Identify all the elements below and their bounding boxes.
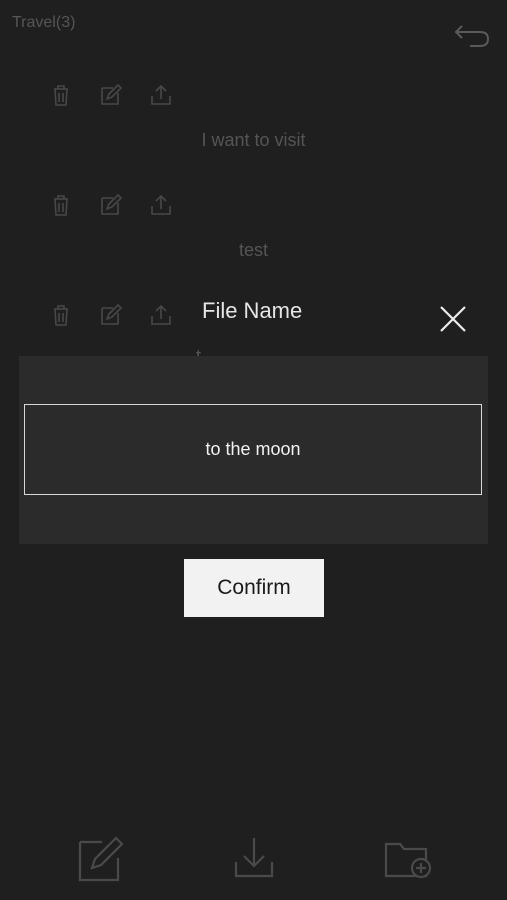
back-arrow-icon[interactable] xyxy=(452,20,490,50)
close-icon[interactable] xyxy=(436,302,470,336)
download-icon[interactable] xyxy=(226,832,282,884)
list-item[interactable]: test xyxy=(0,240,507,261)
new-note-icon[interactable] xyxy=(74,832,130,884)
row-actions xyxy=(48,300,198,330)
trash-icon[interactable] xyxy=(48,190,98,220)
edit-icon[interactable] xyxy=(98,300,148,330)
list-item[interactable]: I want to visit xyxy=(0,130,507,151)
share-icon[interactable] xyxy=(148,300,198,330)
confirm-button[interactable]: Confirm xyxy=(184,559,324,617)
new-folder-icon[interactable] xyxy=(380,832,436,884)
trash-icon[interactable] xyxy=(48,80,98,110)
share-icon[interactable] xyxy=(148,190,198,220)
dialog-title: File Name xyxy=(202,298,303,323)
edit-icon[interactable] xyxy=(98,190,148,220)
file-name-field[interactable]: to the moon xyxy=(24,404,482,495)
row-actions xyxy=(48,190,198,220)
row-actions xyxy=(48,80,198,110)
list-item[interactable]: t... xyxy=(196,346,256,356)
page-title: Travel(3) xyxy=(12,14,76,31)
edit-icon[interactable] xyxy=(98,80,148,110)
trash-icon[interactable] xyxy=(48,300,98,330)
share-icon[interactable] xyxy=(148,80,198,110)
